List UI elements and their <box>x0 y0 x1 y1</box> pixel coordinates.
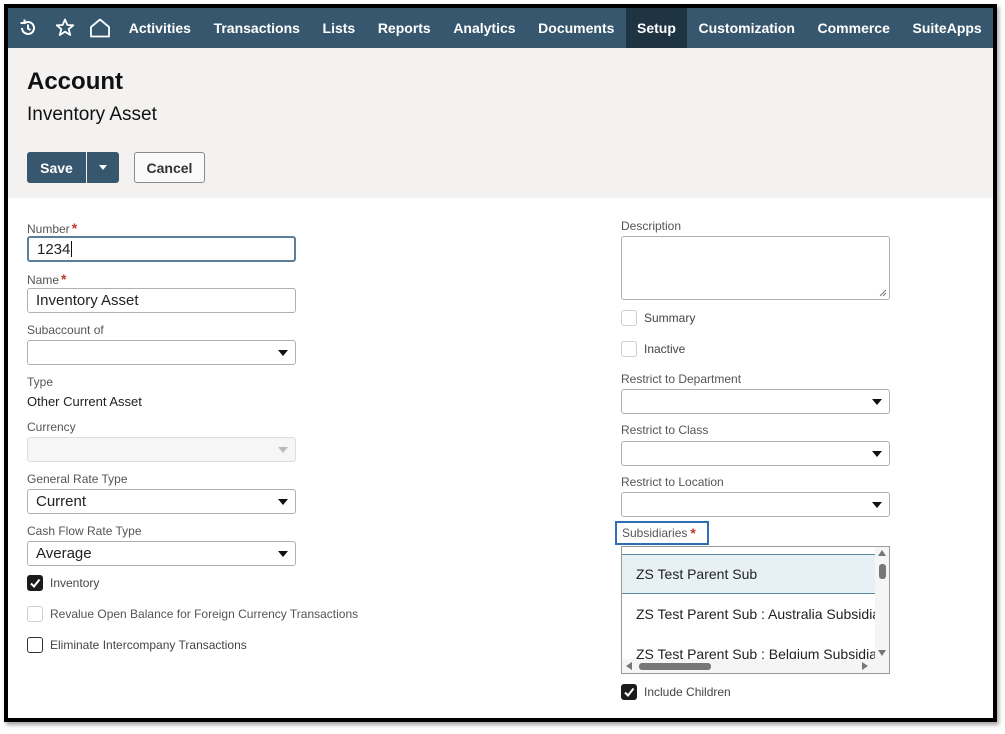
subsidiaries-label-text: Subsidiaries <box>622 526 688 540</box>
chevron-down-icon <box>278 350 288 356</box>
chevron-down-icon <box>278 499 288 505</box>
home-icon[interactable] <box>83 8 118 48</box>
cancel-button[interactable]: Cancel <box>134 152 205 183</box>
name-field[interactable]: Inventory Asset <box>27 288 296 313</box>
cash-flow-rate-type-value: Average <box>36 545 92 562</box>
subaccount-select[interactable] <box>27 340 296 365</box>
scroll-down-arrow-icon[interactable] <box>878 650 886 656</box>
subsidiaries-listbox[interactable]: ZS Test Parent Sub ZS Test Parent Sub : … <box>621 546 890 674</box>
inactive-label: Inactive <box>644 342 686 356</box>
star-icon[interactable] <box>48 8 83 48</box>
subsidiaries-label: Subsidiaries * <box>615 521 709 545</box>
save-button[interactable]: Save <box>27 152 86 183</box>
cash-flow-rate-type-label: Cash Flow Rate Type <box>27 524 142 538</box>
name-label-text: Name <box>27 273 60 287</box>
general-rate-type-select[interactable]: Current <box>27 489 296 514</box>
currency-label: Currency <box>27 420 76 434</box>
type-label: Type <box>27 375 54 389</box>
record-name: Inventory Asset <box>27 104 157 125</box>
vertical-scrollbar[interactable] <box>875 547 889 660</box>
inventory-checkbox[interactable] <box>27 575 43 591</box>
restrict-location-label: Restrict to Location <box>621 475 724 489</box>
restrict-department-select[interactable] <box>621 389 890 414</box>
required-asterisk: * <box>690 525 696 541</box>
number-value: 1234 <box>37 240 71 258</box>
eliminate-intercompany-label: Eliminate Intercompany Transactions <box>50 638 247 652</box>
horizontal-scroll-thumb[interactable] <box>639 663 711 670</box>
summary-checkbox <box>621 310 637 326</box>
scroll-left-arrow-icon[interactable] <box>626 662 632 670</box>
currency-select <box>27 437 296 462</box>
nav-lists[interactable]: Lists <box>311 8 366 48</box>
eliminate-intercompany-checkbox[interactable] <box>27 637 43 653</box>
vertical-scroll-thumb[interactable] <box>879 564 886 579</box>
checkmark-icon <box>30 578 41 589</box>
cash-flow-rate-type-select[interactable]: Average <box>27 541 296 566</box>
app-frame: Activities Transactions Lists Reports An… <box>4 4 997 722</box>
checkmark-icon <box>624 687 635 698</box>
name-value: Inventory Asset <box>36 292 139 309</box>
number-field[interactable]: 1234 <box>27 236 296 262</box>
subaccount-label: Subaccount of <box>27 323 104 337</box>
nav-analytics[interactable]: Analytics <box>442 8 527 48</box>
include-children-label: Include Children <box>644 685 731 699</box>
subsidiary-option[interactable]: ZS Test Parent Sub <box>622 554 876 594</box>
general-rate-type-label: General Rate Type <box>27 472 128 486</box>
number-label-text: Number <box>27 222 70 236</box>
subsidiary-option[interactable]: ZS Test Parent Sub : Australia Subsidiar… <box>622 594 876 634</box>
nav-documents[interactable]: Documents <box>527 8 626 48</box>
caret-down-icon <box>99 165 107 170</box>
revalue-checkbox <box>27 606 43 622</box>
restrict-department-label: Restrict to Department <box>621 372 742 386</box>
horizontal-scrollbar[interactable] <box>622 659 889 673</box>
history-icon[interactable] <box>8 8 48 48</box>
restrict-class-label: Restrict to Class <box>621 423 709 437</box>
nav-reports[interactable]: Reports <box>367 8 443 48</box>
chevron-down-icon <box>872 502 882 508</box>
chevron-down-icon <box>278 447 288 453</box>
description-label: Description <box>621 219 682 233</box>
nav-transactions[interactable]: Transactions <box>202 8 311 48</box>
chevron-down-icon <box>872 451 882 457</box>
restrict-location-select[interactable] <box>621 492 890 517</box>
resize-grip-icon[interactable] <box>879 289 887 297</box>
page-header: Account Inventory Asset Save Cancel <box>8 48 993 198</box>
scroll-right-arrow-icon[interactable] <box>862 662 868 670</box>
inactive-checkbox <box>621 341 637 357</box>
chevron-down-icon <box>872 399 882 405</box>
type-value: Other Current Asset <box>27 394 142 409</box>
required-asterisk: * <box>61 271 67 287</box>
general-rate-type-value: Current <box>36 493 87 510</box>
nav-setup[interactable]: Setup <box>625 8 688 48</box>
required-asterisk: * <box>71 220 78 236</box>
page-title: Account <box>27 68 123 95</box>
text-cursor <box>71 241 73 257</box>
name-label: Name * <box>27 271 66 287</box>
scroll-up-arrow-icon[interactable] <box>878 550 886 556</box>
chevron-down-icon <box>278 551 288 557</box>
top-nav: Activities Transactions Lists Reports An… <box>8 8 993 48</box>
summary-label: Summary <box>644 311 696 325</box>
nav-activities[interactable]: Activities <box>117 8 202 48</box>
description-textarea[interactable] <box>621 236 890 300</box>
number-label: Number * <box>27 220 77 236</box>
nav-commerce[interactable]: Commerce <box>806 8 901 48</box>
include-children-checkbox[interactable] <box>621 684 637 700</box>
save-options-button[interactable] <box>87 152 119 183</box>
nav-customization[interactable]: Customization <box>687 8 806 48</box>
restrict-class-select[interactable] <box>621 441 890 466</box>
nav-suiteapps[interactable]: SuiteApps <box>901 8 993 48</box>
inventory-label: Inventory <box>50 576 100 590</box>
revalue-label: Revalue Open Balance for Foreign Currenc… <box>50 607 359 621</box>
